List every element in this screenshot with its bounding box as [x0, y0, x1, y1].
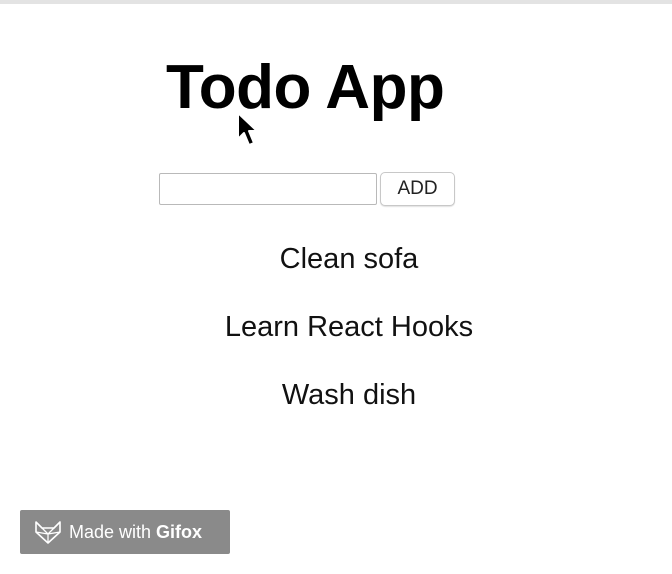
todo-item[interactable]: Clean sofa [0, 238, 672, 280]
top-divider [0, 0, 672, 4]
todo-item[interactable]: Wash dish [0, 374, 672, 416]
add-todo-form: ADD [159, 172, 455, 206]
page-title: Todo App [166, 53, 445, 122]
add-button[interactable]: ADD [380, 172, 455, 206]
todo-list: Clean sofa Learn React Hooks Wash dish [0, 238, 672, 442]
gifox-watermark: Made with Gifox [20, 510, 230, 554]
fox-icon [35, 521, 61, 544]
mouse-pointer-icon [237, 112, 258, 146]
todo-input[interactable] [159, 173, 377, 205]
todo-item[interactable]: Learn React Hooks [0, 306, 672, 348]
watermark-brand: Gifox [156, 521, 203, 542]
watermark-text: Made with [69, 521, 152, 542]
todo-app-page: Todo App ADD Clean sofa Learn React Hook… [0, 0, 672, 574]
